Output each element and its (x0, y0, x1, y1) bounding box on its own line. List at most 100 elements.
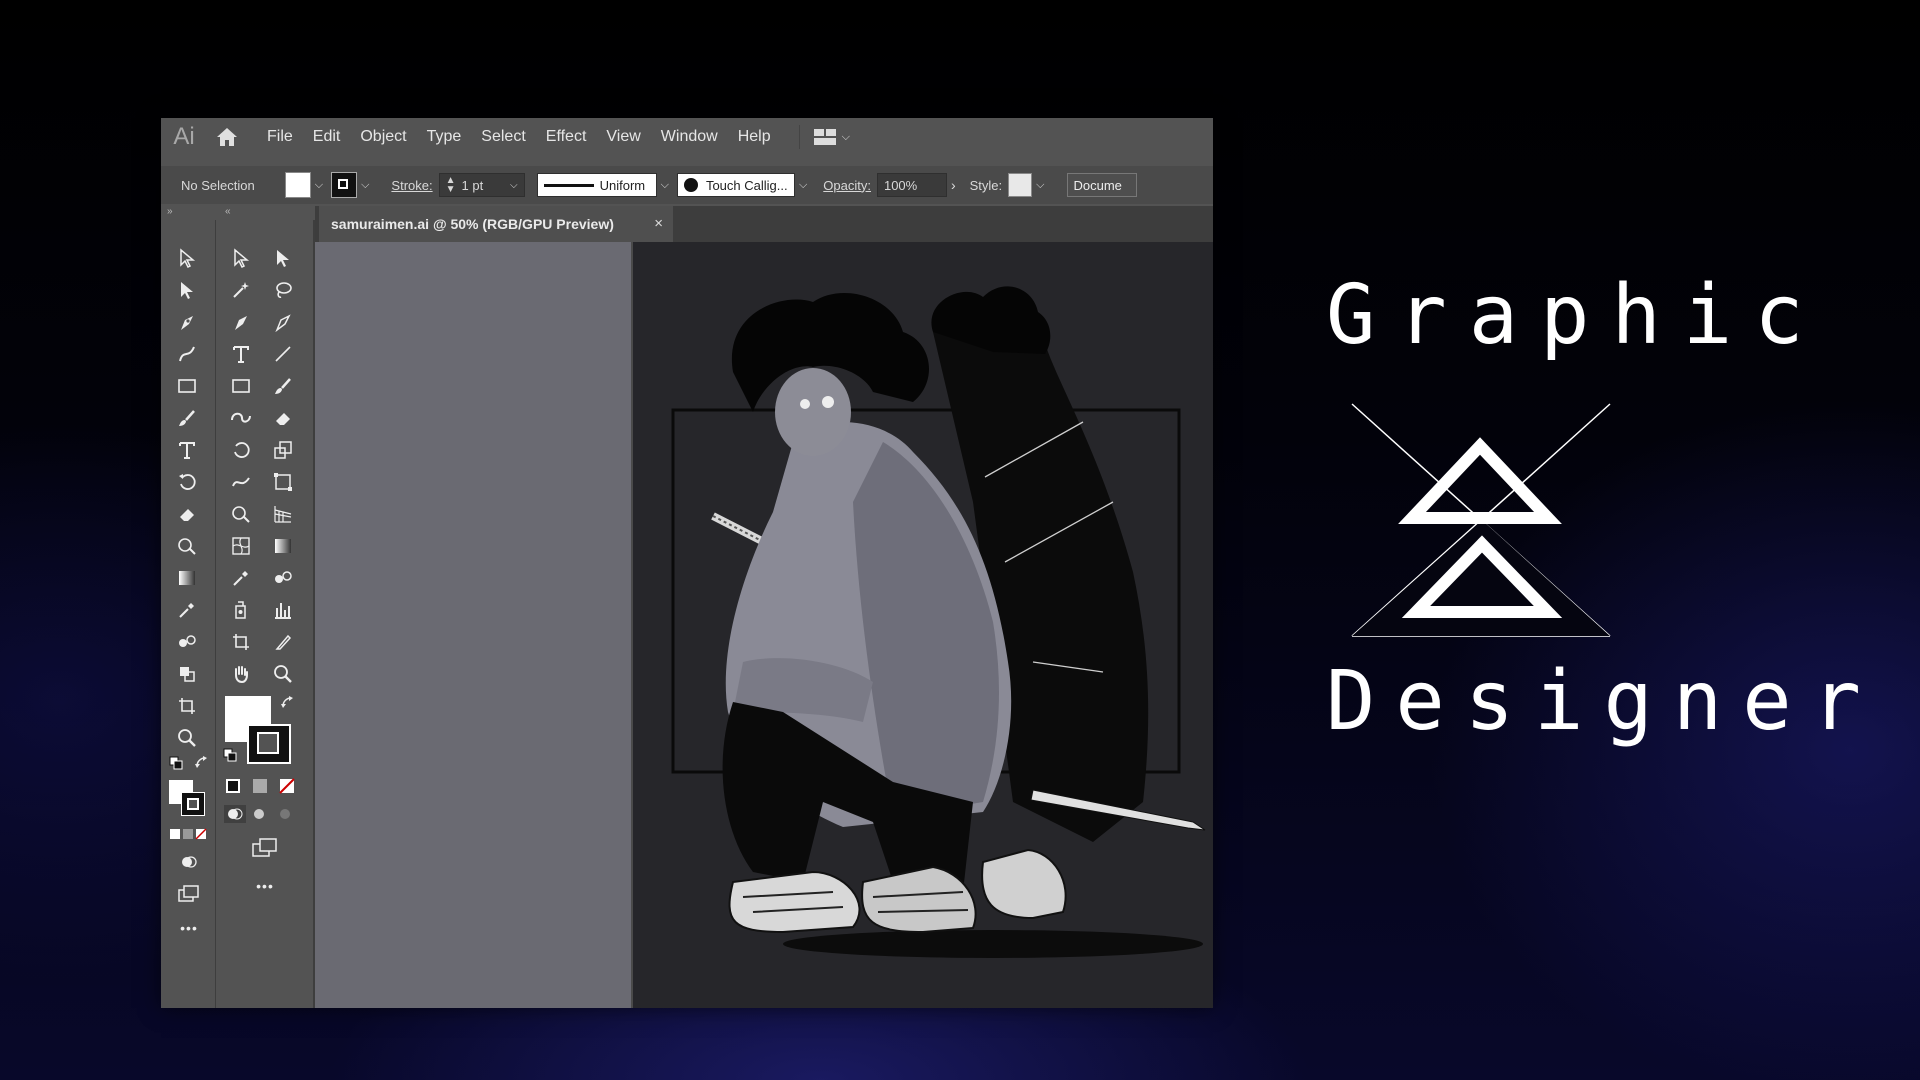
default-colors-icon[interactable] (167, 754, 185, 772)
type-tool-icon[interactable] (173, 436, 201, 464)
shaper-tool-icon[interactable] (227, 404, 255, 432)
scale-tool-icon[interactable] (269, 436, 297, 464)
artboard-tool-icon[interactable] (227, 628, 255, 656)
eraser-tool-icon[interactable] (173, 500, 201, 528)
menu-edit[interactable]: Edit (303, 128, 351, 146)
curvature-tool-icon[interactable] (269, 308, 297, 336)
direct-selection-tool-icon[interactable] (173, 276, 201, 304)
chevron-down-icon[interactable]: ⌵ (1036, 179, 1044, 192)
rotate-tool-icon[interactable] (227, 436, 255, 464)
gradient-tool-icon[interactable] (269, 532, 297, 560)
swap-colors-icon[interactable] (279, 694, 297, 712)
chevron-right-icon[interactable]: › (951, 177, 956, 193)
panel-collapse-right[interactable]: « (225, 206, 231, 220)
chevron-down-icon[interactable]: ⌵ (799, 179, 807, 192)
stepper-icon[interactable]: ▲ ▼ (446, 176, 456, 195)
curvature-tool-icon[interactable] (173, 340, 201, 368)
menu-type[interactable]: Type (417, 128, 472, 146)
chevron-down-icon: ⌵ (510, 179, 518, 191)
eyedropper-tool-icon[interactable] (227, 564, 255, 592)
stroke-swatch[interactable] (331, 172, 358, 198)
slice-tool-icon[interactable] (269, 628, 297, 656)
direct-selection-tool-icon[interactable] (269, 244, 297, 272)
menu-help[interactable]: Help (728, 128, 781, 146)
brush-definition-dropdown[interactable]: Touch Callig... (676, 173, 795, 197)
warp-tool-icon[interactable] (227, 468, 255, 496)
fill-stroke-swatches[interactable] (169, 780, 209, 820)
menu-object[interactable]: Object (350, 128, 416, 146)
home-icon[interactable] (207, 118, 247, 156)
artboard-canvas[interactable] (631, 242, 1213, 1008)
paintbrush-tool-icon[interactable] (269, 372, 297, 400)
logo-mark (1351, 403, 1611, 637)
panel-collapse-left[interactable]: » (167, 206, 173, 220)
menu-window[interactable]: Window (651, 128, 728, 146)
paintbrush-tool-icon[interactable] (173, 404, 201, 432)
selection-tool-icon[interactable] (173, 244, 201, 272)
chevron-down-icon[interactable]: ⌵ (361, 179, 369, 192)
color-mode-icons[interactable] (169, 824, 209, 844)
chevron-down-icon[interactable]: ⌵ (315, 179, 323, 192)
stroke-weight-field[interactable]: ▲ ▼ 1 pt ⌵ (438, 173, 525, 197)
perspective-grid-tool-icon[interactable] (269, 500, 297, 528)
rotate-tool-icon[interactable] (173, 468, 201, 496)
edit-toolbar-icon[interactable]: ••• (251, 872, 279, 900)
blend-tool-icon[interactable] (269, 564, 297, 592)
eyedropper-tool-icon[interactable] (173, 596, 201, 624)
rectangle-tool-icon[interactable] (227, 372, 255, 400)
live-paint-tool-icon[interactable] (173, 660, 201, 688)
stroke-weight-value: 1 pt (461, 177, 484, 193)
draw-mode-icon[interactable] (175, 848, 203, 876)
document-tab[interactable]: samuraimen.ai @ 50% (RGB/GPU Preview) × (319, 206, 673, 242)
hero-title-graphic: Graphic (1326, 268, 1826, 363)
symbol-sprayer-tool-icon[interactable] (227, 596, 255, 624)
workspace-switcher[interactable]: ⌵ (798, 125, 850, 149)
default-colors-icon[interactable] (221, 746, 239, 764)
lasso-tool-icon[interactable] (269, 276, 297, 304)
opacity-value: 100% (883, 177, 918, 193)
type-tool-icon[interactable] (227, 340, 255, 368)
line-tool-icon[interactable] (269, 340, 297, 368)
pen-tool-icon[interactable] (227, 308, 255, 336)
zoom-tool-icon[interactable] (269, 660, 297, 688)
style-swatch[interactable] (1008, 173, 1033, 197)
mesh-tool-icon[interactable] (227, 532, 255, 560)
chevron-down-icon[interactable]: ⌵ (661, 179, 669, 192)
rectangle-tool-icon[interactable] (173, 372, 201, 400)
edit-toolbar-icon[interactable]: ••• (175, 914, 203, 942)
menu-file[interactable]: File (257, 128, 303, 146)
toolbar-basic: ••• (163, 220, 216, 1008)
toolbar-advanced: ••• (217, 220, 315, 1008)
color-mode-icons[interactable] (223, 776, 307, 796)
pasteboard[interactable] (315, 242, 631, 1008)
opacity-label[interactable]: Opacity: (823, 178, 871, 193)
artboard-tool-icon[interactable] (173, 692, 201, 720)
gradient-tool-icon[interactable] (173, 564, 201, 592)
shape-builder-tool-icon[interactable] (173, 532, 201, 560)
swap-colors-icon[interactable] (193, 754, 211, 772)
screen-mode-icon[interactable] (251, 834, 279, 862)
draw-mode-icons[interactable] (223, 804, 307, 824)
pen-tool-icon[interactable] (173, 308, 201, 336)
illustrator-window: Ai File Edit Object Type Select Effect V… (161, 118, 1213, 1008)
stroke-large-swatch[interactable] (247, 724, 291, 764)
menu-view[interactable]: View (596, 128, 650, 146)
variable-width-profile[interactable]: Uniform (536, 173, 657, 197)
free-transform-tool-icon[interactable] (269, 468, 297, 496)
opacity-field[interactable]: 100% (876, 173, 947, 197)
document-setup-button[interactable]: Docume (1066, 173, 1137, 197)
blend-tool-icon[interactable] (173, 628, 201, 656)
menu-effect[interactable]: Effect (536, 128, 597, 146)
fill-swatch[interactable] (284, 172, 311, 198)
magic-wand-tool-icon[interactable] (227, 276, 255, 304)
menu-select[interactable]: Select (471, 128, 535, 146)
hand-tool-icon[interactable] (227, 660, 255, 688)
selection-tool-icon[interactable] (227, 244, 255, 272)
eraser-tool-icon[interactable] (269, 404, 297, 432)
zoom-tool-icon[interactable] (173, 724, 201, 752)
close-icon[interactable]: × (654, 215, 663, 232)
stroke-label[interactable]: Stroke: (391, 178, 432, 193)
shape-builder-tool-icon[interactable] (227, 500, 255, 528)
screen-mode-icon[interactable] (175, 880, 203, 908)
column-graph-tool-icon[interactable] (269, 596, 297, 624)
